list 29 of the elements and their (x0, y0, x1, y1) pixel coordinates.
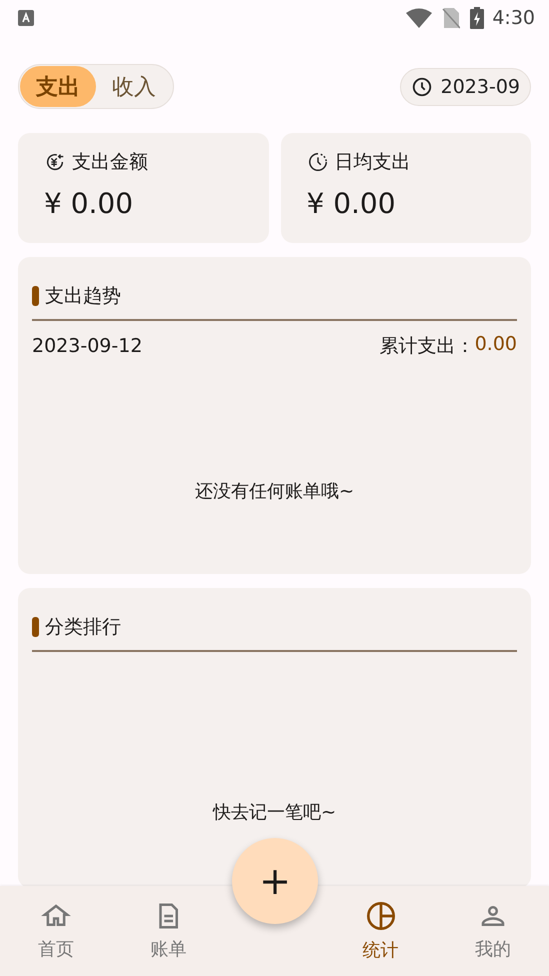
status-time: 4:30 (492, 7, 535, 29)
card-title: 日均支出 (334, 150, 410, 175)
empty-message: 还没有任何账单哦~ (194, 480, 356, 503)
keyboard-app-icon (18, 10, 34, 26)
nav-item[interactable]: 账单 (112, 900, 224, 962)
trend-date: 2023-09-12 (32, 335, 142, 357)
type-tab[interactable]: 支出 (20, 66, 96, 107)
no-sim-icon (442, 7, 460, 29)
month-picker[interactable]: 2023-09 (400, 68, 531, 106)
clock-icon (410, 76, 433, 98)
nav-item[interactable]: 统计 (324, 899, 437, 963)
panel-title: 分类排行 (45, 615, 121, 640)
panel-title: 支出趋势 (45, 284, 121, 309)
clock-icon (306, 151, 328, 173)
type-tab[interactable]: 收入 (96, 66, 172, 107)
title-marker (32, 617, 39, 637)
card-amount: ¥ 0.00 (44, 187, 134, 220)
card-title: 支出金额 (72, 150, 148, 175)
battery-charging-icon (470, 7, 484, 29)
nav-item[interactable]: 首页 (0, 900, 112, 962)
pie-chart-icon (364, 900, 397, 932)
title-marker (32, 286, 39, 306)
wifi-icon (406, 8, 432, 28)
yuan-coin-icon (44, 151, 66, 173)
card-amount: ¥ 0.00 (306, 187, 396, 220)
nav-item[interactable]: 我的 (436, 900, 549, 962)
total-label: 累计支出： (380, 334, 475, 359)
empty-message: 快去记一笔吧~ (212, 801, 338, 824)
total-value: 0.00 (474, 333, 517, 357)
